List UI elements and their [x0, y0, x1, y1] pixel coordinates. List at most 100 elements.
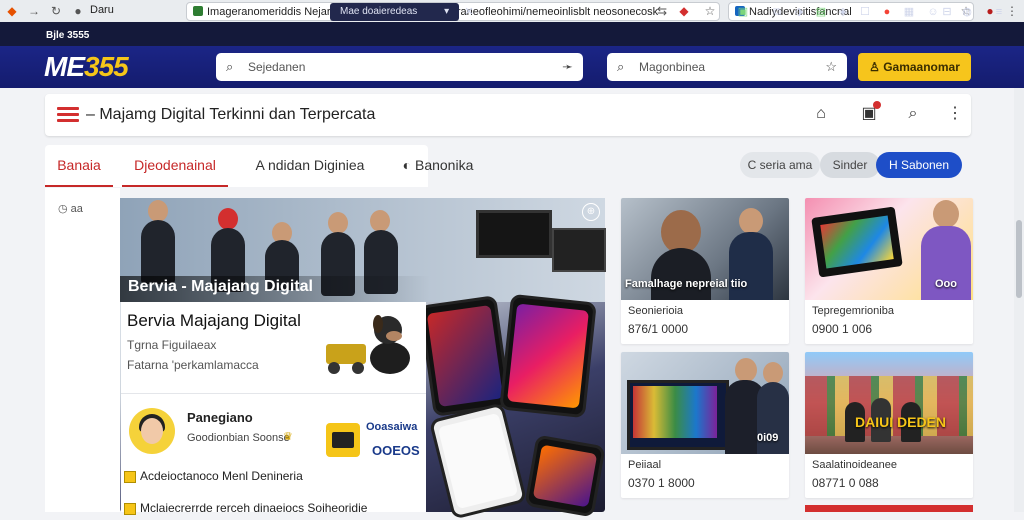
wallet-icon: [326, 423, 360, 457]
tab-digital[interactable]: Djeodenainal: [122, 145, 228, 187]
user-icon: ♙: [869, 60, 884, 74]
avatar[interactable]: [129, 408, 175, 454]
bookmark-star-icon[interactable]: ☆: [702, 3, 718, 19]
person: [141, 220, 175, 284]
card-caption: 0i09: [757, 432, 779, 444]
browser-logo-icon[interactable]: ◆: [4, 3, 20, 19]
ext-i-icon[interactable]: ☺: [926, 5, 940, 19]
extension-strip: [0, 22, 1024, 46]
divider: [121, 393, 426, 394]
card-value: 876/1 0000: [628, 322, 689, 336]
search-icon[interactable]: ⌕: [901, 103, 925, 125]
page-title: – Majamg Digital Terkinni dan Terpercata: [86, 106, 376, 123]
wallet-value: OOEOS: [372, 443, 420, 458]
home-icon[interactable]: ⌂: [809, 103, 833, 125]
ext-h-icon[interactable]: ▦: [902, 5, 916, 19]
card-value: 0900 1 006: [812, 322, 873, 336]
card-caption: DAIUI DEDEN: [855, 414, 947, 430]
sidebar-item-history[interactable]: ◷ aa: [58, 202, 83, 215]
tv-screen: [476, 210, 552, 258]
voice-icon[interactable]: ➛: [562, 53, 573, 81]
checkbox[interactable]: [124, 471, 136, 483]
secondary-search-input[interactable]: ⌕ Magonbinea ☆: [607, 53, 847, 81]
github-icon[interactable]: ●: [70, 3, 86, 19]
card-value: 0370 1 8000: [628, 476, 695, 490]
checkbox-label: Acdeioctanoco Menl Denineria: [140, 469, 303, 483]
content-card[interactable]: Ooo Tepregemrioniba 0900 1 006: [805, 198, 973, 344]
tab-electronics[interactable]: ◐ Banonika: [398, 145, 478, 187]
ext-a-icon[interactable]: ▣: [736, 5, 750, 19]
logo-badge: Bjle 3555: [46, 30, 90, 41]
tag-icon: ◐: [402, 157, 415, 173]
logo-accent: 355: [84, 51, 129, 82]
filter-pill-sinder[interactable]: Sinder: [820, 152, 880, 178]
tab-home[interactable]: Banaia: [45, 145, 113, 187]
phone-image: [524, 434, 606, 518]
tab-android[interactable]: A ndidan Diginiea: [246, 145, 374, 187]
checkbox[interactable]: [124, 503, 136, 515]
person-head: [218, 208, 238, 230]
favorite-star-icon[interactable]: ☆: [825, 53, 837, 81]
ext-f-icon[interactable]: ☐: [858, 5, 872, 19]
login-button[interactable]: ♙ Gamaanomar: [858, 53, 971, 81]
phone-image: [418, 295, 512, 417]
card-title: Tepregemrioniba: [812, 305, 894, 317]
next-card-edge: [805, 505, 973, 512]
secondary-search-placeholder: Magonbinea: [639, 60, 706, 74]
ext-j-icon[interactable]: ⊟: [940, 5, 954, 19]
close-icon[interactable]: ✕: [462, 5, 476, 19]
content-card[interactable]: 0i09 Peiiaal 0370 1 8000: [621, 352, 789, 498]
globe-icon[interactable]: ◍: [960, 5, 974, 19]
checkbox-label: Mclaiecrerrde rerceh dinaeiocs Soiheorid…: [140, 501, 368, 515]
browser-tab-title[interactable]: Daru: [90, 4, 114, 16]
search-icon: ⌕: [617, 59, 625, 74]
logo-main: ME: [44, 51, 85, 82]
back-arrow-icon[interactable]: →: [26, 3, 42, 19]
phone-image: [499, 293, 597, 419]
login-label: Gamaanomar: [883, 60, 960, 74]
wallet-label: Ooasaiwa: [366, 421, 418, 433]
hamburger-menu-icon[interactable]: [57, 107, 79, 123]
reload-icon[interactable]: ↻: [48, 3, 64, 19]
person-head: [370, 210, 390, 232]
ext-e-icon[interactable]: ◈: [836, 5, 850, 19]
user-subtitle: Goodionbian Soonse: [187, 432, 290, 444]
mascot-dog-icon: [326, 315, 410, 374]
search-input[interactable]: ⌕ Sejedanen ➛: [216, 53, 583, 81]
trophy-icon: ♛: [283, 431, 293, 443]
monitor: [552, 228, 606, 272]
extension-icon[interactable]: ◆: [676, 3, 692, 19]
content-card[interactable]: DAIUI DEDEN Saalatinoideanee 08771 0 088: [805, 352, 973, 498]
content-card[interactable]: Famalhage nepreial tiio Seonierioia 876/…: [621, 198, 789, 344]
card-title: Seonierioia: [628, 305, 684, 317]
site-logo[interactable]: ME355: [44, 51, 129, 83]
scrollbar[interactable]: [1014, 88, 1024, 512]
menu-dots-icon[interactable]: ⋮: [1004, 3, 1020, 19]
card-thumbnail: [805, 352, 973, 454]
search-placeholder: Sejedanen: [248, 60, 306, 74]
extension-strip-tab-label: Mae doaieredeas: [340, 6, 418, 17]
extension-strip-tab[interactable]: Mae doaieredeas ▾: [330, 3, 460, 21]
card-title: Peiiaal: [628, 459, 662, 471]
ext-b-icon[interactable]: ⧉: [770, 5, 784, 19]
info-subtitle: Tgrna Figuilaeax: [127, 338, 217, 352]
card-caption: Famalhage nepreial tiio: [625, 278, 748, 290]
hero-expand-icon[interactable]: ⊕: [582, 203, 600, 221]
scrollbar-thumb[interactable]: [1016, 220, 1022, 298]
left-sidebar: [45, 188, 120, 512]
card-title: Saalatinoideanee: [812, 459, 898, 471]
site-favicon-icon: [193, 6, 203, 16]
ext-d-icon[interactable]: ▤: [814, 5, 828, 19]
filter-pill-active[interactable]: H Sabonen: [876, 152, 962, 178]
share-icon[interactable]: ⇆: [654, 3, 670, 19]
card-value: 08771 0 088: [812, 476, 879, 490]
search-icon: ⌕: [226, 59, 234, 74]
notification-dot: [873, 101, 881, 109]
menu-icon[interactable]: ≡: [992, 5, 1006, 19]
ext-g-icon[interactable]: ●: [880, 5, 894, 19]
filter-pill-series[interactable]: C seria ama: [740, 152, 820, 178]
info-subtitle-2: Fatarna 'perkamlamacca: [127, 358, 259, 372]
ext-c-icon[interactable]: ⬗: [792, 5, 806, 19]
more-options-icon[interactable]: ⋮: [943, 103, 967, 125]
info-title: Bervia Majajang Digital: [127, 311, 301, 330]
